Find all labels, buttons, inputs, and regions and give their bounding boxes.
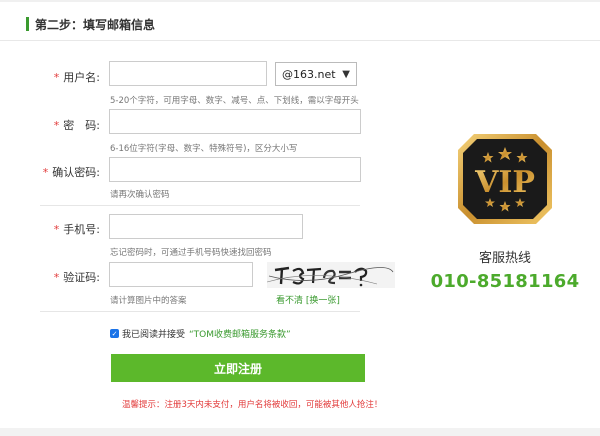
phone-label: * 手机号: <box>53 223 100 236</box>
step-title: 第二步：填写邮箱信息 <box>35 17 156 32</box>
captcha-refresh: 看不清 [换一张] <box>276 293 340 306</box>
required-mark: * <box>53 271 60 284</box>
domain-select[interactable]: @163.net ▼ <box>275 62 357 86</box>
register-button[interactable]: 立即注册 <box>111 354 365 382</box>
username-hint: 5-20个字符，可用字母、数字、减号、点、下划线，需以字母开头 <box>110 96 359 106</box>
confirm-password-label: * 确认密码: <box>42 166 100 179</box>
required-mark: * <box>53 223 60 236</box>
captcha-label: * 验证码: <box>53 271 100 284</box>
heading-divider <box>0 40 600 41</box>
terms-link[interactable]: “TOM收费邮箱服务条款” <box>189 327 291 340</box>
bottom-border <box>0 428 600 436</box>
cant-see-link[interactable]: 看不清 <box>276 296 303 306</box>
captcha-input[interactable] <box>109 262 253 287</box>
confirm-password-input[interactable] <box>109 157 361 182</box>
vip-badge: VIP <box>452 126 558 232</box>
section-divider <box>40 311 360 312</box>
agree-checkbox[interactable]: ✓ <box>110 329 119 338</box>
step-heading: 第二步：填写邮箱信息 <box>26 15 155 33</box>
agree-text: 我已阅读并接受 <box>122 330 186 340</box>
top-border <box>0 0 600 2</box>
chevron-down-icon: ▼ <box>342 68 350 80</box>
domain-select-value: @163.net <box>282 67 336 81</box>
confirm-password-hint: 请再次确认密码 <box>110 190 170 200</box>
captcha-hint: 请计算图片中的答案 <box>110 296 187 306</box>
password-label: * 密 码: <box>53 119 100 132</box>
username-input[interactable] <box>109 61 267 86</box>
hotline-number: 010-85181164 <box>430 271 580 292</box>
captcha-image[interactable] <box>267 262 395 288</box>
password-hint: 6-16位字符(字母、数字、特殊符号)，区分大小写 <box>110 144 298 154</box>
hotline-label: 客服热线 <box>478 251 531 266</box>
required-mark: * <box>42 166 49 179</box>
payment-warning: 温馨提示：注册3天内未支付，用户名将被收回，可能被其他人抢注！ <box>122 400 383 410</box>
username-label: * 用户名: <box>53 71 100 84</box>
section-divider <box>40 205 360 206</box>
phone-hint: 忘记密码时，可通过手机号码快速找回密码 <box>110 248 272 258</box>
agreement-row: ✓ 我已阅读并接受 “TOM收费邮箱服务条款” <box>110 327 291 340</box>
refresh-captcha-link[interactable]: [换一张] <box>306 296 340 306</box>
phone-input[interactable] <box>109 214 303 239</box>
required-mark: * <box>53 119 60 132</box>
vip-text: VIP <box>474 165 535 200</box>
captcha-glyphs <box>267 262 395 288</box>
vip-badge-icon: VIP <box>458 134 552 224</box>
password-input[interactable] <box>109 109 361 134</box>
required-mark: * <box>53 71 60 84</box>
step-marker <box>26 17 29 31</box>
